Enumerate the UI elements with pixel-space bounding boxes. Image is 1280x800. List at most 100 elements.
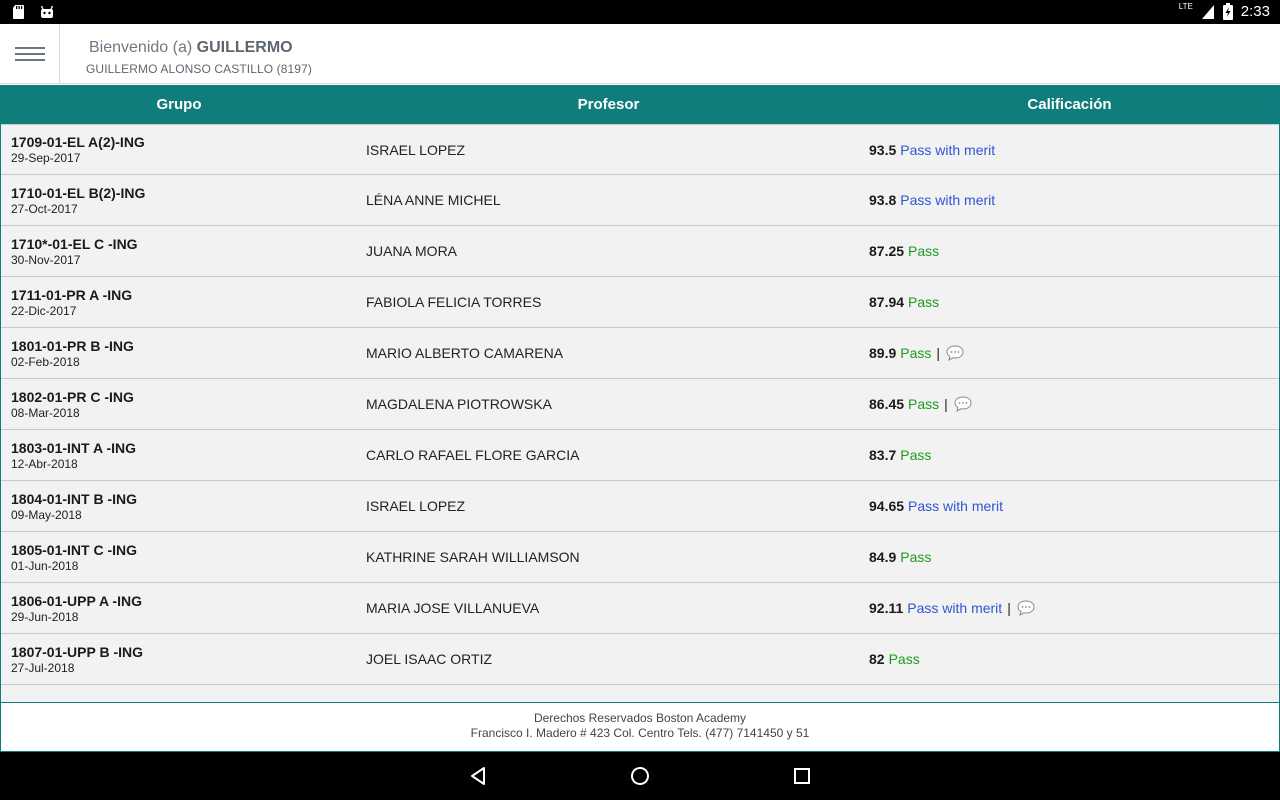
grade-result: Pass with merit — [900, 192, 996, 208]
table-row[interactable]: 1802-01-PR C -ING 08-Mar-2018 MAGDALENA PI… — [1, 379, 1279, 430]
grade-result: Pass — [908, 396, 940, 412]
footer-address: Francisco I. Madero # 423 Col. Centro Te… — [470, 726, 810, 740]
column-header-calificacion: Calificación — [1027, 96, 1112, 113]
grade-cell: 84.9 Pass — [869, 549, 1279, 565]
group-date: 27-Oct-2017 — [11, 201, 78, 216]
separator: | — [936, 345, 941, 361]
user-first-name: GUILLERMO — [196, 39, 293, 56]
grade-result: Pass — [900, 447, 932, 463]
footer-copyright: Derechos Reservados Boston Academy — [533, 711, 747, 725]
table-row[interactable]: 1709-01-EL A(2)-ING 29-Sep-2017 ISRAEL LOP… — [1, 124, 1279, 175]
grade-score: 87.25 — [869, 243, 905, 259]
sd-card-icon — [13, 5, 24, 19]
grade-score: 93.5 — [869, 141, 897, 158]
app-header: Bienvenido (a) GUILLERMO GUILLERMO ALONS… — [0, 24, 1280, 84]
teacher-name: ISRAEL LOPEZ — [366, 498, 466, 514]
group-cell: 1710-01-EL B(2)-ING 27-Oct-2017 — [1, 185, 366, 216]
table-row[interactable]: 1710-01-EL B(2)-ING 27-Oct-2017 LÉNA ANNE … — [1, 175, 1279, 226]
grade-score: 93.8 — [869, 192, 897, 208]
grade-result: Pass — [900, 549, 932, 565]
table-row[interactable]: 1711-01-PR A -ING 22-Dic-2017 FABIOLA FELI… — [1, 277, 1279, 328]
grade-cell: 83.7 Pass — [869, 447, 1279, 463]
speech-bubble-icon[interactable] — [1016, 599, 1036, 617]
navigation-bar — [0, 752, 1280, 800]
grade-result: Pass — [888, 651, 920, 667]
group-code: 1807-01-UPP B -ING — [11, 643, 144, 660]
group-code: 1805-01-INT C -ING — [11, 541, 138, 558]
grade-cell: 89.9 Pass | — [869, 344, 1279, 362]
grade-result: Pass — [908, 294, 940, 310]
column-header-grupo: Grupo — [156, 96, 202, 113]
table-row[interactable]: 1807*-01-UPP C -ING — [1, 685, 1279, 702]
group-cell: 1709-01-EL A(2)-ING 29-Sep-2017 — [1, 134, 366, 165]
speech-bubble-icon[interactable] — [953, 395, 973, 413]
group-date: 02-Feb-2018 — [11, 354, 80, 369]
grade-result: Pass with merit — [907, 600, 1003, 616]
menu-button[interactable] — [0, 24, 60, 84]
group-date: 29-Jun-2018 — [11, 609, 79, 624]
separator: | — [1007, 600, 1011, 616]
group-date: 09-May-2018 — [11, 507, 82, 522]
group-cell: 1803-01-INT A -ING 12-Abr-2018 — [1, 440, 366, 471]
table-row[interactable]: 1803-01-INT A -ING 12-Abr-2018 CARLO RAFAE… — [1, 430, 1279, 481]
grade-cell: 86.45 Pass | — [869, 395, 1279, 413]
group-date: 12-Abr-2018 — [11, 456, 78, 471]
teacher-name: MARIO ALBERTO CAMARENA — [366, 345, 564, 361]
group-cell: 1802-01-PR C -ING 08-Mar-2018 — [1, 389, 366, 420]
recent-square-icon[interactable] — [790, 764, 814, 788]
grade-score: 89.9 — [869, 345, 897, 361]
network-type: LTE — [1178, 2, 1193, 11]
group-date: 29-Sep-2017 — [11, 151, 81, 165]
grade-score: 83.7 — [869, 447, 897, 463]
signal-icon — [1201, 4, 1214, 19]
group-code: 1710-01-EL B(2)-ING — [11, 184, 146, 201]
status-bar: LTE 2:33 — [0, 0, 1280, 24]
grade-score: 82 — [869, 651, 885, 667]
android-icon — [40, 5, 54, 18]
grade-result: Pass — [900, 345, 932, 361]
table-header: Grupo Profesor Calificación — [1, 85, 1279, 124]
table-row[interactable]: 1710*-01-EL C -ING 30-Nov-2017 JUANA MORA 8… — [1, 226, 1279, 277]
grades-table[interactable]: Grupo Profesor Calificación 1709-01-EL A… — [0, 85, 1280, 702]
group-cell: 1807-01-UPP B -ING 27-Jul-2018 — [1, 644, 366, 675]
grade-cell: 94.65 Pass with merit — [869, 498, 1279, 514]
grade-cell: 87.25 Pass — [869, 243, 1279, 259]
teacher-name: JOEL ISAAC ORTIZ — [366, 651, 493, 667]
grade-cell: 87.94 Pass — [869, 294, 1279, 310]
teacher-name: KATHRINE SARAH WILLIAMSON — [366, 549, 580, 565]
grade-result: Pass — [908, 243, 940, 259]
group-code: 1806-01-UPP A -ING — [11, 592, 142, 609]
table-body: 1709-01-EL A(2)-ING 29-Sep-2017 ISRAEL LOP… — [1, 124, 1279, 702]
grade-score: 87.94 — [869, 294, 905, 310]
teacher-name: CARLO RAFAEL FLORE GARCIA — [366, 447, 580, 463]
grade-score: 92.11 — [869, 600, 904, 616]
grade-result: Pass with merit — [900, 141, 996, 158]
column-header-profesor: Profesor — [577, 96, 640, 113]
back-triangle-icon[interactable] — [466, 764, 490, 788]
welcome-text: Bienvenido (a) GUILLERMO — [89, 39, 293, 57]
teacher-name: MAGDALENA PIOTROWSKA — [366, 396, 552, 412]
grade-cell: 82 Pass — [869, 651, 1279, 667]
table-row[interactable]: 1804-01-INT B -ING 09-May-2018 ISRAEL LOPE… — [1, 481, 1279, 532]
teacher-name: LÉNA ANNE MICHEL — [366, 192, 501, 208]
table-row[interactable]: 1806-01-UPP A -ING 29-Jun-2018 MARIA JOSE … — [1, 583, 1279, 634]
group-cell: 1711-01-PR A -ING 22-Dic-2017 — [1, 287, 366, 318]
grade-score: 94.65 — [869, 498, 905, 514]
group-code: 1803-01-INT A -ING — [11, 439, 136, 456]
home-circle-icon[interactable] — [628, 764, 652, 788]
group-cell: 1805-01-INT C -ING 01-Jun-2018 — [1, 542, 366, 573]
table-row[interactable]: 1801-01-PR B -ING 02-Feb-2018 MARIO ALBERT… — [1, 328, 1279, 379]
grade-score: 86.45 — [869, 396, 905, 412]
grade-cell: 92.11 Pass with merit | — [869, 599, 1279, 617]
battery-charging-icon — [1222, 3, 1233, 20]
speech-bubble-icon[interactable] — [945, 344, 965, 362]
teacher-name: JUANA MORA — [366, 243, 458, 259]
user-full-name: GUILLERMO ALONSO CASTILLO (8197) — [86, 62, 312, 76]
separator: | — [944, 396, 948, 412]
group-cell: 1806-01-UPP A -ING 29-Jun-2018 — [1, 593, 366, 624]
table-row[interactable]: 1805-01-INT C -ING 01-Jun-2018 KATHRINE SA… — [1, 532, 1279, 583]
table-row[interactable]: 1807-01-UPP B -ING 27-Jul-2018 JOEL ISAAC … — [1, 634, 1279, 685]
grade-result: Pass with merit — [908, 498, 1003, 514]
teacher-name: MARIA JOSE VILLANUEVA — [366, 600, 540, 616]
group-date: 22-Dic-2017 — [11, 303, 77, 318]
